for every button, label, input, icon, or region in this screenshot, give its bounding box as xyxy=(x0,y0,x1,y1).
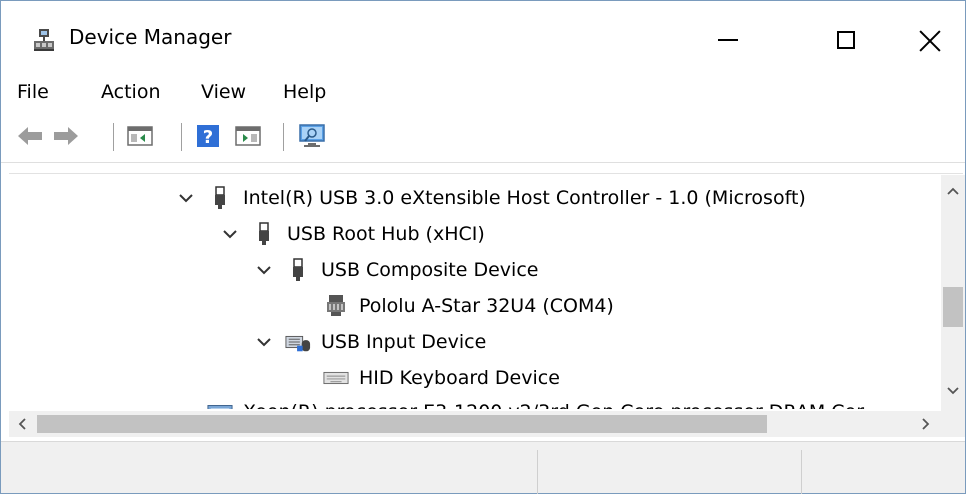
status-pane-divider xyxy=(537,450,538,494)
back-button[interactable] xyxy=(15,121,45,151)
device-manager-window: Device Manager File Action View Help ? I… xyxy=(0,0,966,494)
chevron-down-icon[interactable] xyxy=(221,225,239,243)
system-device-icon xyxy=(207,399,233,409)
toolbar: ? xyxy=(1,113,965,163)
horizontal-scroll-thumb[interactable] xyxy=(37,415,767,433)
menu-view[interactable]: View xyxy=(197,79,250,105)
tree-row-xeon-dram-controller[interactable]: Xeon(R) processor E3-1200 v2/3rd Gen Cor… xyxy=(207,394,864,409)
scroll-down-button[interactable] xyxy=(941,379,965,403)
show-hide-console-tree-icon xyxy=(127,126,153,146)
scroll-right-button[interactable] xyxy=(913,411,939,437)
chevron-down-icon[interactable] xyxy=(255,261,273,279)
tree-row-hid-keyboard-device[interactable]: HID Keyboard Device xyxy=(323,360,560,396)
scrollbar-corner xyxy=(941,411,965,437)
toolbar-separator xyxy=(181,123,182,151)
chevron-down-icon[interactable] xyxy=(177,189,195,207)
action-pane-button[interactable] xyxy=(233,121,263,151)
usb-plug-icon xyxy=(207,185,233,211)
menu-help[interactable]: Help xyxy=(279,79,330,105)
tree-row-usb-input-device[interactable]: USB Input Device xyxy=(255,324,486,360)
usb-plug-icon xyxy=(285,257,311,283)
scan-for-hardware-changes-button[interactable] xyxy=(297,121,327,151)
chevron-left-icon xyxy=(18,418,26,430)
tree-row-usb-host-controller[interactable]: Intel(R) USB 3.0 eXtensible Host Control… xyxy=(177,180,806,216)
hid-device-icon xyxy=(285,329,311,355)
help-button[interactable]: ? xyxy=(193,121,223,151)
tree-row-label: Xeon(R) processor E3-1200 v2/3rd Gen Cor… xyxy=(243,401,864,409)
svg-text:?: ? xyxy=(203,127,213,148)
status-pane-divider xyxy=(801,450,802,494)
tree-row-label: USB Root Hub (xHCI) xyxy=(287,223,485,245)
show-hide-console-tree-button[interactable] xyxy=(125,121,155,151)
back-arrow-icon xyxy=(18,127,42,145)
minimize-button[interactable] xyxy=(699,19,757,61)
tree-row-label: USB Input Device xyxy=(321,331,487,353)
close-icon xyxy=(919,29,941,51)
usb-plug-icon xyxy=(251,221,277,247)
help-icon: ? xyxy=(197,125,219,148)
menu-file[interactable]: File xyxy=(13,79,53,105)
tree-row-usb-composite-device[interactable]: USB Composite Device xyxy=(255,252,538,288)
forward-button[interactable] xyxy=(51,121,81,151)
device-tree[interactable]: Intel(R) USB 3.0 eXtensible Host Control… xyxy=(9,173,963,409)
tree-row-usb-root-hub[interactable]: USB Root Hub (xHCI) xyxy=(221,216,485,252)
device-manager-icon xyxy=(31,27,57,53)
chevron-right-icon xyxy=(922,418,930,430)
status-bar xyxy=(1,441,965,494)
keyboard-icon xyxy=(323,365,349,391)
scan-hardware-monitor-icon xyxy=(299,124,325,147)
tree-row-label: HID Keyboard Device xyxy=(359,367,560,389)
window-title: Device Manager xyxy=(69,25,232,49)
forward-arrow-icon xyxy=(54,127,78,145)
title-bar[interactable]: Device Manager xyxy=(1,1,965,73)
vertical-scroll-thumb[interactable] xyxy=(943,287,963,327)
toolbar-separator xyxy=(283,123,284,151)
menu-action[interactable]: Action xyxy=(97,79,165,105)
vertical-scrollbar[interactable] xyxy=(941,175,965,413)
tree-row-pololu-a-star[interactable]: Pololu A-Star 32U4 (COM4) xyxy=(323,288,614,324)
scroll-left-button[interactable] xyxy=(9,411,35,437)
action-pane-icon xyxy=(235,126,261,146)
maximize-icon xyxy=(837,31,855,49)
minimize-icon xyxy=(718,39,738,41)
maximize-button[interactable] xyxy=(817,19,875,61)
close-button[interactable] xyxy=(901,19,959,61)
chevron-down-icon xyxy=(947,387,959,395)
horizontal-scrollbar[interactable] xyxy=(9,411,941,437)
toolbar-separator xyxy=(113,123,114,151)
tree-row-label: Pololu A-Star 32U4 (COM4) xyxy=(359,295,614,317)
tree-row-label: USB Composite Device xyxy=(321,259,539,281)
port-connector-icon xyxy=(323,293,349,319)
scroll-up-button[interactable] xyxy=(941,179,965,203)
tree-row-label: Intel(R) USB 3.0 eXtensible Host Control… xyxy=(243,187,806,209)
chevron-up-icon xyxy=(947,187,959,195)
menu-bar: File Action View Help xyxy=(1,73,965,111)
chevron-down-icon[interactable] xyxy=(255,333,273,351)
